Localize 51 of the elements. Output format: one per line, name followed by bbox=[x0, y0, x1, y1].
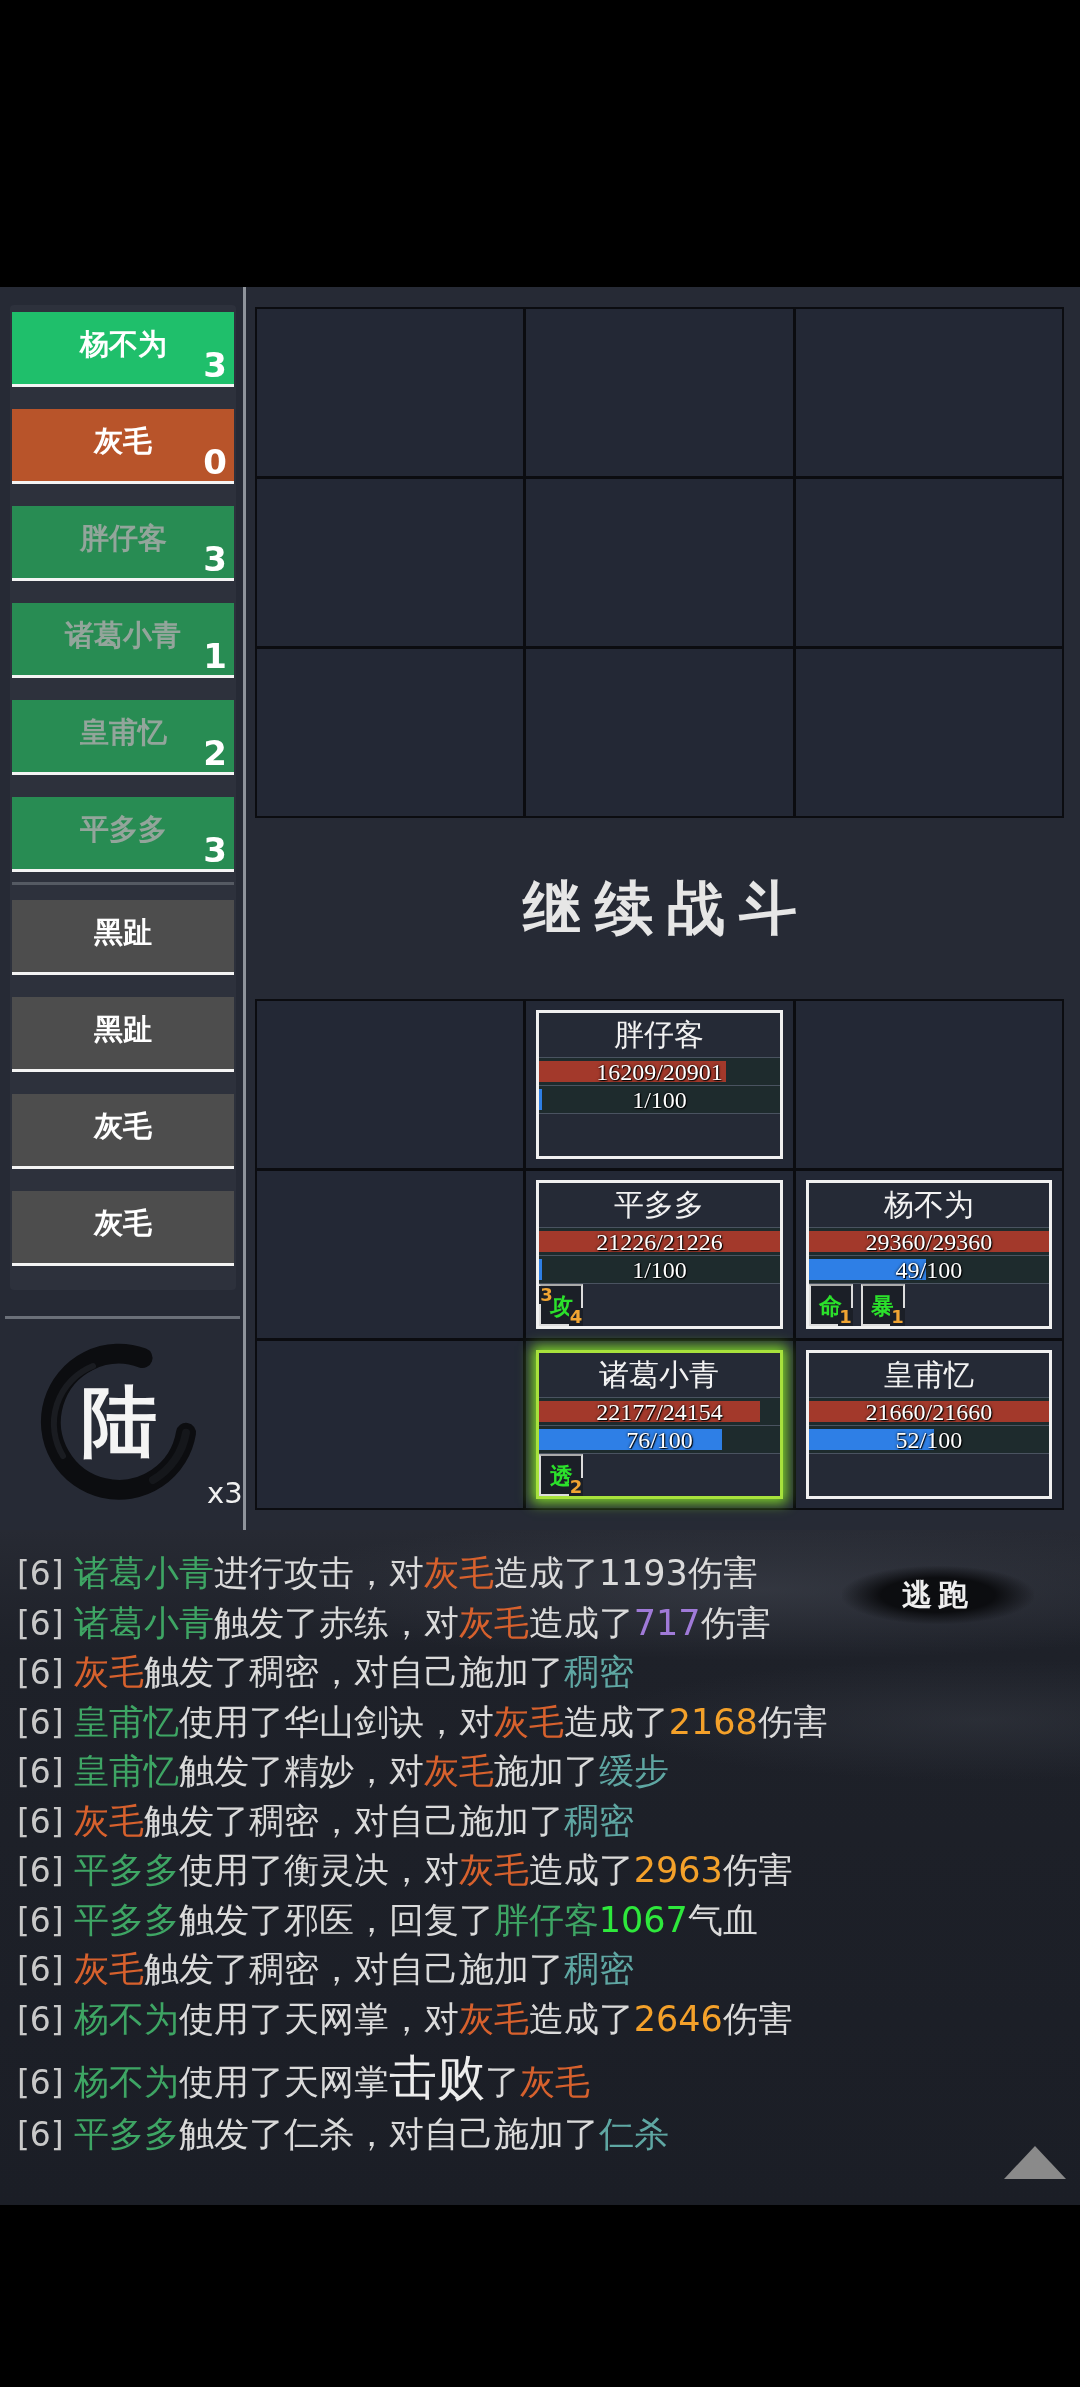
log-entry: [6] 诸葛小青触发了赤练，对灰毛造成了717伤害 bbox=[17, 1601, 771, 1645]
unit-name: 胖仔客 bbox=[614, 1020, 705, 1050]
log-entry: [6] 杨不为使用了天网掌击败了灰毛 bbox=[17, 2048, 590, 2107]
unit-name: 灰毛 bbox=[94, 1108, 152, 1145]
unit-name: 平多多 bbox=[614, 1190, 705, 1220]
unit-name: 皇甫忆 bbox=[883, 1360, 974, 1390]
unit-name: 黑趾 bbox=[94, 1011, 152, 1048]
buff-corner-number: 3 bbox=[539, 1286, 554, 1304]
up-triangle-icon[interactable] bbox=[1004, 2146, 1066, 2179]
unit-name: 平多多 bbox=[79, 811, 167, 848]
action-count: 1 bbox=[203, 637, 227, 675]
log-entry: [6] 灰毛触发了稠密，对自己施加了稠密 bbox=[17, 1948, 634, 1991]
unit-name: 灰毛 bbox=[94, 423, 152, 460]
log-entry: [6] 灰毛触发了稠密，对自己施加了稠密 bbox=[17, 1799, 634, 1843]
action-count: 3 bbox=[203, 831, 227, 869]
hp-value: 21660/21660 bbox=[865, 1399, 993, 1424]
hp-value: 16209/20901 bbox=[596, 1059, 723, 1084]
hp-value: 29360/29360 bbox=[865, 1229, 993, 1254]
buff-corner-number: 2 bbox=[568, 1478, 584, 1496]
energy-value: 1/100 bbox=[632, 1257, 687, 1282]
log-entry: [6] 平多多使用了衡灵决，对灰毛造成了2963伤害 bbox=[17, 1849, 793, 1892]
unit-name: 皇甫忆 bbox=[79, 714, 167, 751]
continue-battle-button[interactable]: 继续战斗 bbox=[508, 873, 811, 944]
action-count: 0 bbox=[203, 443, 227, 481]
energy-value: 1/100 bbox=[632, 1087, 687, 1112]
unit-name: 诸葛小青 bbox=[65, 617, 181, 654]
action-count: 3 bbox=[203, 540, 227, 578]
unit-name: 诸葛小青 bbox=[599, 1360, 720, 1390]
log-entry: [6] 平多多触发了仁杀，对自己施加了仁杀 bbox=[17, 2113, 669, 2156]
round-numeral: 陆 bbox=[81, 1384, 157, 1460]
unit-name: 胖仔客 bbox=[79, 520, 167, 557]
log-entry: [6] 杨不为使用了天网掌，对灰毛造成了2646伤害 bbox=[17, 1997, 793, 2041]
buff-corner-number: 1 bbox=[838, 1308, 853, 1326]
unit-card[interactable]: 胖仔客 16209/20901 1/100 bbox=[536, 1010, 783, 1159]
unit-name: 黑趾 bbox=[94, 914, 152, 951]
log-entry: [6] 皇甫忆使用了华山剑诀，对灰毛造成了2168伤害 bbox=[17, 1700, 828, 1744]
log-entry: [6] 灰毛触发了稠密，对自己施加了稠密 bbox=[17, 1651, 634, 1694]
flee-button[interactable]: 逃跑 bbox=[842, 1566, 1034, 1624]
hp-value: 22177/24154 bbox=[596, 1399, 723, 1424]
unit-name: 杨不为 bbox=[79, 326, 167, 363]
unit-name: 灰毛 bbox=[94, 1205, 152, 1242]
unit-name: 杨不为 bbox=[883, 1190, 974, 1220]
log-entry: [6] 平多多触发了邪医，回复了胖仔客1067气血 bbox=[17, 1898, 758, 1942]
log-entry: [6] 皇甫忆触发了精妙，对灰毛施加了缓步 bbox=[17, 1750, 669, 1793]
action-count: 3 bbox=[203, 346, 227, 384]
energy-value: 76/100 bbox=[626, 1427, 693, 1452]
buff-corner-number: 1 bbox=[890, 1308, 905, 1326]
speed-button[interactable]: x3 bbox=[207, 1479, 243, 1508]
hp-value: 21226/21226 bbox=[596, 1229, 723, 1254]
log-entry: [6] 诸葛小青进行攻击，对灰毛造成了1193伤害 bbox=[17, 1552, 758, 1595]
action-count: 2 bbox=[203, 734, 227, 772]
